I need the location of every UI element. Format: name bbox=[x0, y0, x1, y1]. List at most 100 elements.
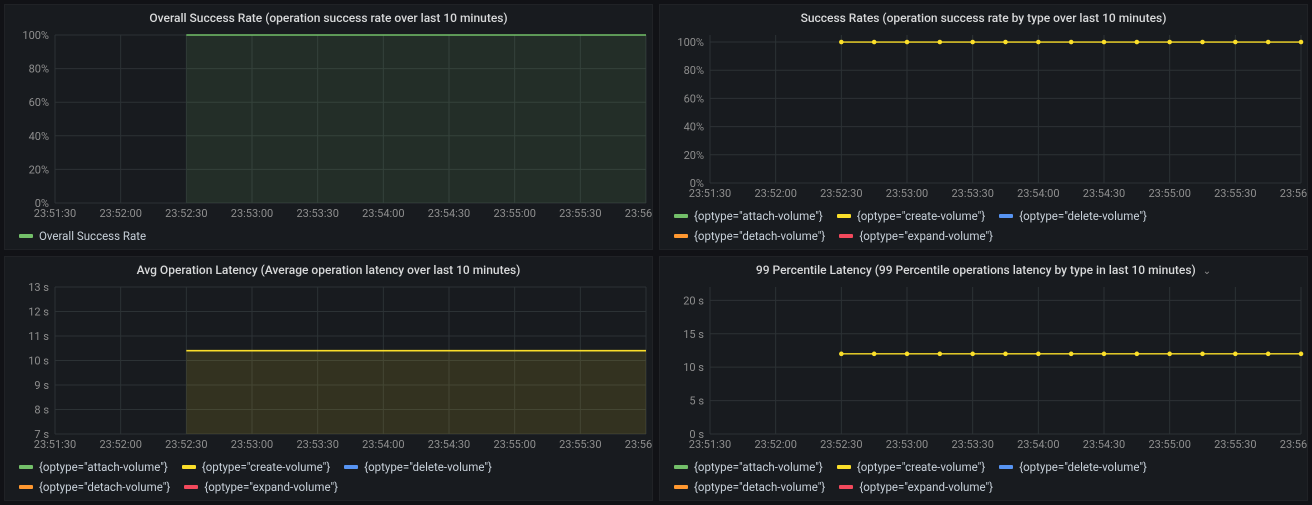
chevron-down-icon[interactable]: ⌄ bbox=[1203, 266, 1211, 277]
svg-text:23:53:30: 23:53:30 bbox=[951, 187, 993, 200]
svg-text:23:53:00: 23:53:00 bbox=[231, 438, 273, 451]
legend-label: {optype="attach-volume"} bbox=[694, 460, 823, 474]
legend-label: Overall Success Rate bbox=[39, 229, 146, 243]
svg-text:23:51:30: 23:51:30 bbox=[34, 207, 76, 220]
panel-title[interactable]: Success Rates (operation success rate by… bbox=[660, 5, 1307, 29]
legend-item[interactable]: {optype="expand-volume"} bbox=[839, 480, 993, 494]
legend-label: {optype="expand-volume"} bbox=[859, 229, 993, 243]
legend-item[interactable]: {optype="attach-volume"} bbox=[19, 460, 168, 474]
svg-text:40%: 40% bbox=[29, 130, 49, 143]
legend-item[interactable]: {optype="create-volume"} bbox=[182, 460, 330, 474]
legend-swatch bbox=[999, 465, 1013, 469]
panel-title[interactable]: 99 Percentile Latency (99 Percentile ope… bbox=[660, 257, 1307, 281]
svg-text:23:54:00: 23:54:00 bbox=[362, 438, 404, 451]
legend-swatch bbox=[674, 465, 688, 469]
legend-swatch bbox=[19, 485, 33, 489]
legend-swatch bbox=[839, 485, 853, 489]
legend-label: {optype="delete-volume"} bbox=[1019, 460, 1147, 474]
legend-item[interactable]: {optype="create-volume"} bbox=[837, 209, 985, 223]
svg-text:23:54:00: 23:54:00 bbox=[362, 207, 404, 220]
svg-text:23:55:30: 23:55:30 bbox=[559, 207, 601, 220]
svg-text:23:52:30: 23:52:30 bbox=[165, 207, 207, 220]
svg-text:13 s: 13 s bbox=[28, 281, 49, 294]
legend-item[interactable]: {optype="detach-volume"} bbox=[674, 480, 825, 494]
panel-title[interactable]: Avg Operation Latency (Average operation… bbox=[5, 257, 652, 281]
legend-swatch bbox=[839, 234, 853, 238]
svg-text:23:54:30: 23:54:30 bbox=[1083, 438, 1125, 451]
svg-text:9 s: 9 s bbox=[34, 379, 49, 392]
svg-text:23:56:00: 23:56:00 bbox=[625, 438, 652, 451]
legend-item[interactable]: {optype="delete-volume"} bbox=[999, 460, 1147, 474]
legend-item[interactable]: {optype="create-volume"} bbox=[837, 460, 985, 474]
legend-swatch bbox=[182, 465, 196, 469]
svg-text:5 s: 5 s bbox=[689, 395, 704, 408]
legend-label: {optype="attach-volume"} bbox=[694, 209, 823, 223]
legend-label: {optype="create-volume"} bbox=[202, 460, 330, 474]
chart-overall-success[interactable]: 0%20%40%60%80%100%23:51:3023:52:0023:52:… bbox=[5, 29, 652, 225]
legend-item[interactable]: {optype="attach-volume"} bbox=[674, 209, 823, 223]
svg-text:23:52:00: 23:52:00 bbox=[99, 438, 141, 451]
svg-text:20 s: 20 s bbox=[683, 294, 704, 307]
chart-p99-latency[interactable]: 0 s5 s10 s15 s20 s23:51:3023:52:0023:52:… bbox=[660, 281, 1307, 456]
legend-swatch bbox=[674, 234, 688, 238]
legend-item[interactable]: {optype="expand-volume"} bbox=[184, 480, 338, 494]
chart-avg-latency[interactable]: 7 s8 s9 s10 s11 s12 s13 s23:51:3023:52:0… bbox=[5, 281, 652, 456]
svg-text:100%: 100% bbox=[22, 29, 49, 42]
svg-text:23:54:00: 23:54:00 bbox=[1017, 187, 1059, 200]
legend-label: {optype="create-volume"} bbox=[857, 460, 985, 474]
svg-text:23:52:00: 23:52:00 bbox=[754, 187, 796, 200]
legend-swatch bbox=[184, 485, 198, 489]
panel-avg-latency: Avg Operation Latency (Average operation… bbox=[4, 256, 653, 501]
svg-text:12 s: 12 s bbox=[28, 306, 49, 319]
svg-text:23:53:30: 23:53:30 bbox=[296, 207, 338, 220]
svg-text:23:54:30: 23:54:30 bbox=[428, 438, 470, 451]
panel-title[interactable]: Overall Success Rate (operation success … bbox=[5, 5, 652, 29]
svg-text:23:51:30: 23:51:30 bbox=[34, 438, 76, 451]
legend-label: {optype="attach-volume"} bbox=[39, 460, 168, 474]
svg-text:23:55:30: 23:55:30 bbox=[1214, 187, 1256, 200]
svg-text:23:53:30: 23:53:30 bbox=[951, 438, 993, 451]
legend-item[interactable]: {optype="detach-volume"} bbox=[674, 229, 825, 243]
legend-label: {optype="expand-volume"} bbox=[859, 480, 993, 494]
svg-text:23:52:30: 23:52:30 bbox=[820, 438, 862, 451]
svg-text:23:55:00: 23:55:00 bbox=[1148, 187, 1190, 200]
svg-text:23:52:00: 23:52:00 bbox=[754, 438, 796, 451]
svg-text:10 s: 10 s bbox=[28, 355, 49, 368]
legend: {optype="attach-volume"} {optype="create-… bbox=[5, 456, 652, 500]
legend-label: {optype="delete-volume"} bbox=[1019, 209, 1147, 223]
svg-text:23:54:30: 23:54:30 bbox=[428, 207, 470, 220]
svg-text:23:56:00: 23:56:00 bbox=[1280, 187, 1307, 200]
legend-item[interactable]: {optype="detach-volume"} bbox=[19, 480, 170, 494]
svg-text:20%: 20% bbox=[29, 163, 49, 176]
legend-item[interactable]: Overall Success Rate bbox=[19, 229, 146, 243]
legend-item[interactable]: {optype="attach-volume"} bbox=[674, 460, 823, 474]
svg-text:100%: 100% bbox=[677, 36, 704, 49]
svg-text:15 s: 15 s bbox=[683, 328, 704, 341]
legend-label: {optype="create-volume"} bbox=[857, 209, 985, 223]
legend-swatch bbox=[837, 465, 851, 469]
svg-text:23:53:30: 23:53:30 bbox=[296, 438, 338, 451]
legend-item[interactable]: {optype="delete-volume"} bbox=[999, 209, 1147, 223]
legend-label: {optype="detach-volume"} bbox=[39, 480, 170, 494]
svg-text:80%: 80% bbox=[684, 64, 704, 77]
legend-swatch bbox=[344, 465, 358, 469]
svg-text:23:51:30: 23:51:30 bbox=[689, 438, 731, 451]
legend-item[interactable]: {optype="delete-volume"} bbox=[344, 460, 492, 474]
legend-swatch bbox=[19, 234, 33, 238]
svg-text:23:54:00: 23:54:00 bbox=[1017, 438, 1059, 451]
svg-text:23:51:30: 23:51:30 bbox=[689, 187, 731, 200]
svg-text:80%: 80% bbox=[29, 63, 49, 76]
legend-label: {optype="detach-volume"} bbox=[694, 229, 825, 243]
svg-text:23:52:30: 23:52:30 bbox=[165, 438, 207, 451]
svg-text:23:53:00: 23:53:00 bbox=[886, 187, 928, 200]
svg-text:11 s: 11 s bbox=[28, 330, 49, 343]
svg-text:23:55:30: 23:55:30 bbox=[1214, 438, 1256, 451]
legend-label: {optype="delete-volume"} bbox=[364, 460, 492, 474]
svg-text:8 s: 8 s bbox=[34, 404, 49, 417]
chart-success-by-type[interactable]: 0%20%40%60%80%100%23:51:3023:52:0023:52:… bbox=[660, 29, 1307, 205]
svg-text:23:53:00: 23:53:00 bbox=[886, 438, 928, 451]
panel-p99-latency: 99 Percentile Latency (99 Percentile ope… bbox=[659, 256, 1308, 501]
legend-item[interactable]: {optype="expand-volume"} bbox=[839, 229, 993, 243]
panel-overall-success: Overall Success Rate (operation success … bbox=[4, 4, 653, 250]
legend: {optype="attach-volume"} {optype="create-… bbox=[660, 205, 1307, 249]
